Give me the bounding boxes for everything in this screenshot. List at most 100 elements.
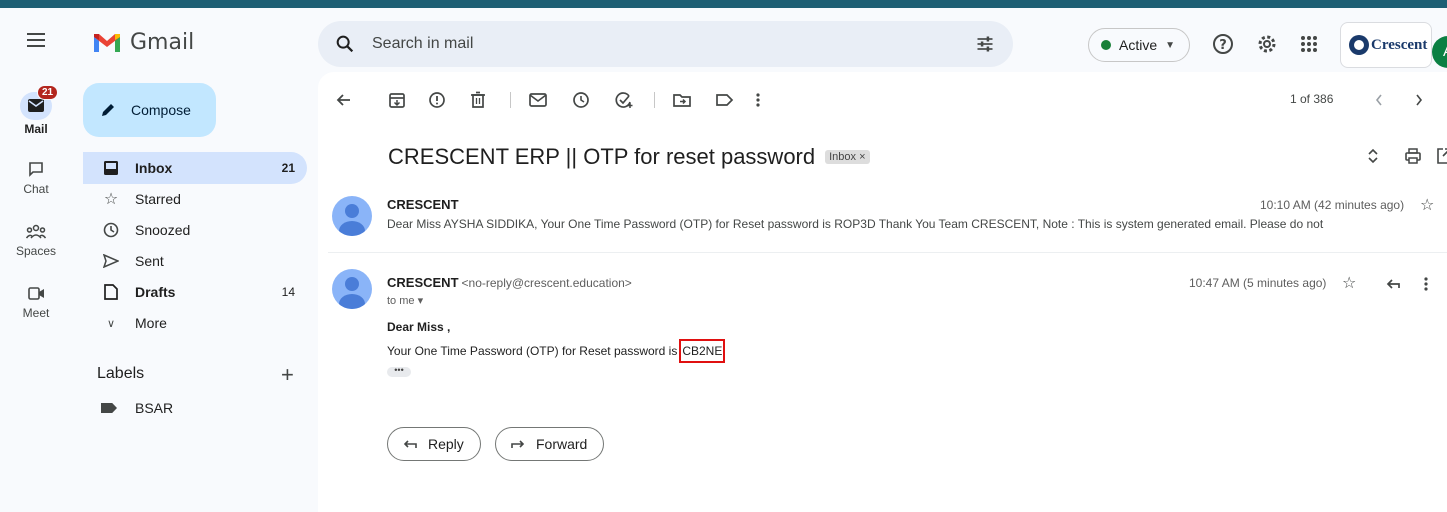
sender-name: CRESCENT (387, 275, 459, 290)
rail-item-meet[interactable]: Meet (0, 280, 72, 320)
main-menu-icon[interactable] (24, 28, 48, 52)
inbox-label-chip[interactable]: Inbox × (825, 150, 870, 164)
label-item-bsar[interactable]: BSAR (101, 400, 173, 416)
clock-icon (103, 222, 119, 238)
forward-button[interactable]: Forward (495, 427, 605, 461)
chat-icon (29, 162, 43, 177)
message-sender[interactable]: CRESCENT <no-reply@crescent.education> (387, 275, 632, 290)
nav-item-sent[interactable]: Sent (83, 245, 307, 277)
more-vertical-icon[interactable] (754, 90, 762, 110)
mail-badge: 21 (37, 85, 59, 100)
reply-label: Reply (428, 436, 464, 452)
chevron-down-icon: ∨ (106, 317, 116, 330)
forward-label: Forward (536, 436, 588, 452)
trash-icon[interactable] (470, 90, 486, 110)
pagination-info: 1 of 386 (1290, 92, 1334, 106)
rail-label-meet: Meet (22, 306, 50, 320)
sender-avatar[interactable] (332, 196, 372, 236)
snooze-clock-icon[interactable] (572, 90, 590, 110)
search-icon[interactable] (334, 33, 356, 55)
show-trimmed-content-button[interactable]: ••• (387, 366, 411, 377)
otp-code-highlight: CB2NE (679, 339, 726, 363)
nav-item-drafts[interactable]: Drafts 14 (83, 276, 307, 308)
label-name: BSAR (135, 400, 174, 416)
org-logo[interactable]: Crescent (1340, 22, 1432, 68)
report-spam-icon[interactable] (428, 90, 446, 110)
label-tag-icon (101, 403, 117, 413)
nav-label: Inbox (135, 160, 173, 176)
label-icon[interactable] (714, 90, 734, 110)
star-icon: ☆ (103, 191, 119, 208)
subject-text: CRESCENT ERP || OTP for reset password (388, 144, 816, 169)
search-input[interactable]: Search in mail (372, 35, 473, 53)
move-to-folder-icon[interactable] (672, 90, 692, 110)
gmail-m-icon (94, 34, 120, 52)
email-body-line: Your One Time Password (OTP) for Reset p… (387, 339, 726, 363)
pencil-icon (102, 104, 114, 116)
gmail-logo[interactable]: Gmail (92, 28, 194, 56)
nav-label: Drafts (135, 284, 176, 300)
message-snippet[interactable]: Dear Miss AYSHA SIDDIKA, Your One Time P… (387, 217, 1323, 231)
more-vertical-icon[interactable] (1422, 274, 1430, 294)
sender-avatar[interactable] (332, 269, 372, 309)
reply-button[interactable]: Reply (387, 427, 481, 461)
org-seal-icon (1349, 35, 1369, 55)
toolbar-divider (510, 92, 511, 108)
mail-nav: Compose Inbox 21 ☆ Starred Snoozed Sent … (72, 72, 318, 512)
svg-text:?: ? (1219, 38, 1227, 53)
app-name: Gmail (130, 29, 195, 55)
rail-item-spaces[interactable]: Spaces (0, 218, 72, 258)
nav-item-inbox[interactable]: Inbox 21 (83, 152, 307, 184)
recipient-dropdown[interactable]: to me ▾ (387, 294, 423, 307)
email-subject: CRESCENT ERP || OTP for reset password I… (388, 144, 870, 170)
rail-item-mail[interactable]: 21 Mail (0, 85, 72, 136)
status-label: Active (1119, 37, 1158, 53)
print-icon[interactable] (1404, 146, 1422, 166)
message-time: 10:10 AM (42 minutes ago) (1260, 198, 1405, 212)
chevron-right-icon[interactable] (1414, 93, 1424, 107)
message-sender[interactable]: CRESCENT (387, 197, 459, 212)
settings-gear-icon[interactable] (1255, 32, 1279, 56)
forward-arrow-icon (511, 440, 525, 448)
status-dot (1101, 40, 1111, 50)
search-options-icon[interactable] (975, 34, 995, 54)
apps-grid-icon[interactable] (1297, 32, 1321, 56)
video-camera-icon (28, 287, 44, 300)
drafts-count: 14 (281, 285, 295, 299)
help-icon[interactable]: ? (1211, 32, 1235, 56)
nav-item-snoozed[interactable]: Snoozed (83, 214, 307, 246)
inbox-count: 21 (281, 161, 295, 175)
star-icon[interactable]: ☆ (1342, 273, 1356, 293)
status-dropdown[interactable]: Active ▼ (1088, 28, 1190, 62)
search-bar[interactable]: Search in mail (318, 21, 1013, 67)
compose-button[interactable]: Compose (83, 83, 216, 137)
chevron-left-icon[interactable] (1374, 93, 1384, 107)
account-avatar[interactable]: A (1432, 36, 1447, 68)
expand-collapse-icon[interactable] (1366, 146, 1380, 166)
toolbar-divider (654, 92, 655, 108)
archive-icon[interactable] (388, 90, 406, 110)
nav-label: Snoozed (135, 222, 191, 238)
email-body-text: Your One Time Password (OTP) for Reset p… (387, 344, 678, 358)
mark-unread-icon[interactable] (528, 90, 548, 110)
org-name: Crescent (1371, 36, 1428, 53)
reply-icon[interactable] (1384, 274, 1402, 294)
rail-item-chat[interactable]: Chat (0, 156, 72, 196)
open-new-window-icon[interactable] (1436, 146, 1447, 166)
header: Gmail Search in mail Active ▼ ? Crescent… (0, 8, 1447, 72)
star-icon[interactable]: ☆ (1420, 195, 1434, 215)
back-arrow-icon[interactable] (334, 90, 354, 110)
add-label-icon[interactable]: + (281, 362, 294, 388)
caret-down-icon: ▼ (1165, 39, 1176, 51)
add-task-icon[interactable] (614, 90, 634, 110)
nav-label: Sent (135, 253, 164, 269)
reply-arrow-icon (403, 440, 417, 448)
nav-item-more[interactable]: ∨ More (83, 307, 307, 339)
message-time: 10:47 AM (5 minutes ago) (1189, 276, 1327, 290)
rail-label-mail: Mail (24, 122, 48, 136)
message-divider (328, 252, 1447, 253)
nav-label: More (135, 315, 167, 331)
rail-label-chat: Chat (23, 182, 49, 196)
nav-item-starred[interactable]: ☆ Starred (83, 183, 307, 215)
message-view: 1 of 386 CRESCENT ERP || OTP for reset p… (318, 72, 1447, 512)
